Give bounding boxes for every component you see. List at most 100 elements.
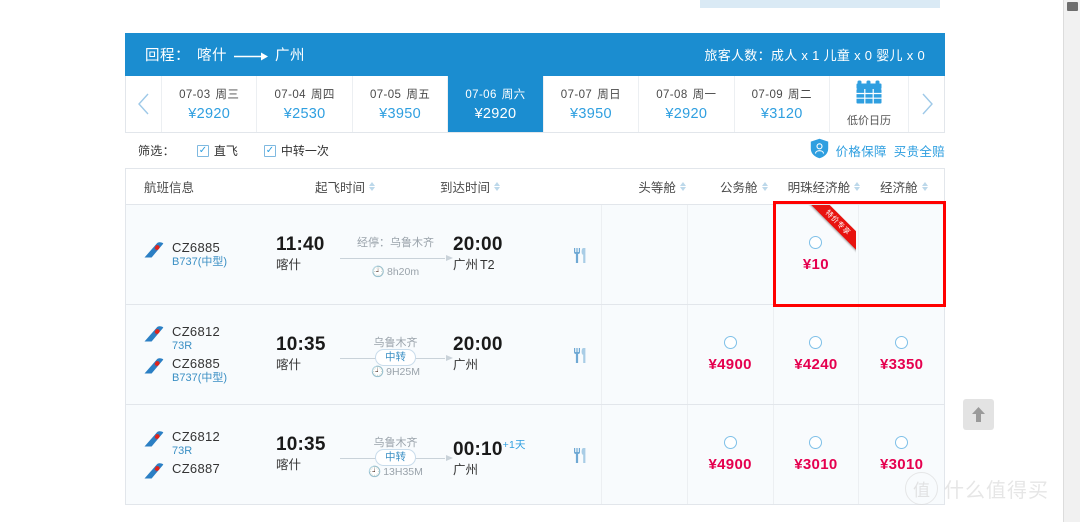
promo-ribbon-text: 特价专享 (804, 205, 856, 256)
passenger-count: 旅客人数：成人 x 1 儿童 x 0 婴儿 x 0 (704, 48, 925, 63)
departure-block: 10:35 喀什 (276, 334, 338, 374)
arrow-right-icon (446, 354, 453, 361)
duration-label: 🕘 9H25M (338, 365, 453, 380)
date-cell-07-04[interactable]: 07-04 周四 ¥2530 (257, 76, 353, 132)
cabin-cell-2[interactable]: ¥3010 (772, 405, 859, 504)
watermark-text: 什么值得买 (944, 480, 1049, 502)
results-table-header: 航班信息 起飞时间 到达时间 头等舱 公务舱 明珠经济舱 经济舱 (125, 168, 945, 205)
arrival-day-offset: +1天 (502, 438, 526, 451)
column-header-3[interactable]: 头等舱 (621, 177, 704, 196)
column-header-4[interactable]: 公务舱 (704, 177, 784, 196)
route-middle: 经停：乌鲁木齐 🕘 8h20m (338, 234, 453, 280)
column-header-label: 经济舱 (880, 181, 918, 195)
flight-row[interactable]: CZ6885 B737(中型) 11:40 喀什 经停：乌鲁木齐 🕘 8h20m 20:00 广… (125, 201, 946, 307)
date-cell-day: 07-07 (560, 89, 593, 101)
arrival-time: 00:10+1天 (453, 434, 526, 461)
column-header-6[interactable]: 经济舱 (864, 177, 944, 196)
select-cabin-radio[interactable] (809, 336, 823, 349)
next-dates-button[interactable] (908, 76, 944, 132)
checkbox-icon[interactable]: ✓ (196, 144, 209, 157)
filter-item-list: ✓ 直飞 ✓ 中转一次 (196, 142, 355, 159)
route-summary: 回程： 喀什 广州 (145, 44, 305, 65)
china-southern-logo-icon (144, 242, 164, 259)
via-label: 经停：乌鲁木齐 (357, 236, 434, 249)
date-cell-day: 07-09 (751, 89, 784, 101)
cabin-cell-1[interactable]: ¥4900 (686, 305, 773, 404)
column-header-0: 航班信息 (126, 177, 273, 196)
flight-segment: CZ6885 B737(中型) (144, 240, 276, 269)
arrival-terminal: T2 (480, 257, 495, 272)
flight-info: CZ6812 73R CZ6887 10:35 喀什 乌鲁木齐 中转 🕘 13H35M 00:10… (126, 405, 601, 504)
page-scrollbar[interactable] (1063, 0, 1080, 522)
date-cell-07-06[interactable]: 07-06 周六 ¥2920 (448, 76, 544, 132)
select-cabin-radio[interactable] (895, 336, 909, 349)
clock-icon: 🕘 (371, 265, 385, 278)
column-sorter[interactable] (854, 182, 861, 191)
meal-indicator (559, 245, 601, 264)
column-header-1[interactable]: 起飞时间 (273, 177, 440, 196)
flight-segments: CZ6812 73R CZ6885 B737(中型) (126, 321, 276, 388)
filter-option-0[interactable]: ✓ 直飞 (196, 142, 238, 159)
select-cabin-radio[interactable] (723, 336, 737, 349)
route-middle: 乌鲁木齐 中转 🕘 13H35M (338, 434, 453, 480)
flight-segment-text: CZ6812 73R (172, 324, 220, 353)
date-cell-date: 07-08 周一 (656, 86, 716, 102)
date-cell-day: 07-03 (179, 89, 211, 101)
flight-segment-text: CZ6885 B737(中型) (172, 240, 227, 269)
column-header-5[interactable]: 明珠经济舱 (784, 177, 864, 196)
column-sorter[interactable] (493, 182, 500, 191)
date-cell-07-08[interactable]: 07-08 周一 ¥2920 (639, 76, 735, 132)
cabin-cell-1[interactable]: ¥4900 (686, 405, 773, 504)
flight-segment: CZ6885 B737(中型) (144, 356, 276, 385)
aircraft-type: 73R (172, 445, 193, 457)
column-sorter[interactable] (761, 182, 768, 191)
low-price-calendar-button[interactable]: 低价日历 (830, 76, 908, 132)
column-sorter[interactable] (921, 182, 928, 191)
column-sorter[interactable] (368, 182, 375, 191)
cabin-cell-3[interactable]: ¥3010 (858, 405, 944, 504)
cabin-price: ¥4900 (708, 456, 752, 473)
date-cell-price: ¥2920 (188, 106, 231, 122)
arrival-block: 00:10+1天 广州 (453, 434, 526, 479)
cabin-prices: ¥4900 ¥4240 ¥3350 (601, 305, 944, 404)
date-cell-list: 07-03 周三 ¥2920 07-04 周四 ¥2530 07-05 周五 ¥3950 07-0… (162, 76, 830, 132)
checkbox-icon[interactable]: ✓ (263, 144, 276, 157)
date-cell-07-09[interactable]: 07-09 周二 ¥3120 (735, 76, 830, 132)
back-to-top-button[interactable] (963, 399, 994, 430)
column-sorter[interactable] (679, 182, 686, 191)
cabin-cell-3 (858, 205, 944, 304)
chevron-left-icon (137, 93, 149, 115)
filter-option-1[interactable]: ✓ 中转一次 (263, 142, 329, 159)
select-cabin-radio[interactable] (895, 436, 909, 449)
prev-dates-button[interactable] (126, 76, 162, 132)
arrow-right-icon (446, 254, 453, 261)
select-cabin-radio[interactable] (809, 436, 823, 449)
cabin-cell-0 (601, 205, 687, 304)
arrival-block: 20:00 广州 T2 (453, 234, 515, 274)
date-cell-weekday: 周五 (406, 89, 431, 101)
price-guarantee-link[interactable]: 价格保障 买贵全赔 (810, 133, 945, 168)
flight-times: 10:35 喀什 乌鲁木齐 中转 🕘 13H35M 00:10+1天 广州 (276, 430, 559, 480)
flight-info: CZ6885 B737(中型) 11:40 喀什 经停：乌鲁木齐 🕘 8h20m 20:00 广… (126, 205, 601, 304)
column-header-label: 到达时间 (439, 181, 490, 195)
date-cell-07-03[interactable]: 07-03 周三 ¥2920 (162, 76, 258, 132)
date-selector: 07-03 周三 ¥2920 07-04 周四 ¥2530 07-05 周五 ¥3950 07-0… (125, 76, 945, 133)
cabin-cell-2[interactable]: ¥4240 (772, 305, 859, 404)
duration-value: 13H35M (383, 465, 423, 478)
date-cell-weekday: 周四 (310, 89, 335, 101)
cabin-cell-3[interactable]: ¥3350 (858, 305, 944, 404)
cabin-price: ¥4240 (794, 356, 838, 373)
date-cell-07-07[interactable]: 07-07 周日 ¥3950 (544, 76, 640, 132)
cabin-cell-1 (686, 205, 773, 304)
page-scrollbar-thumb[interactable] (1067, 2, 1078, 11)
column-header-2[interactable]: 到达时间 (440, 177, 621, 196)
date-cell-price: ¥3120 (760, 106, 803, 122)
flight-row[interactable]: CZ6812 73R CZ6887 10:35 喀什 乌鲁木齐 中转 🕘 13H35M 00:10… (125, 405, 945, 505)
flight-row[interactable]: CZ6812 73R CZ6885 B737(中型) 10:35 喀什 乌鲁木齐 中转 🕘 9H2… (125, 305, 945, 405)
date-cell-07-05[interactable]: 07-05 周五 ¥3950 (353, 76, 449, 132)
departure-block: 11:40 喀什 (276, 234, 338, 274)
price-guarantee-primary: 价格保障 (835, 145, 887, 159)
flight-list: CZ6885 B737(中型) 11:40 喀什 经停：乌鲁木齐 🕘 8h20m 20:00 广… (125, 201, 946, 505)
select-cabin-radio[interactable] (723, 436, 737, 449)
cabin-cell-0 (601, 405, 687, 504)
